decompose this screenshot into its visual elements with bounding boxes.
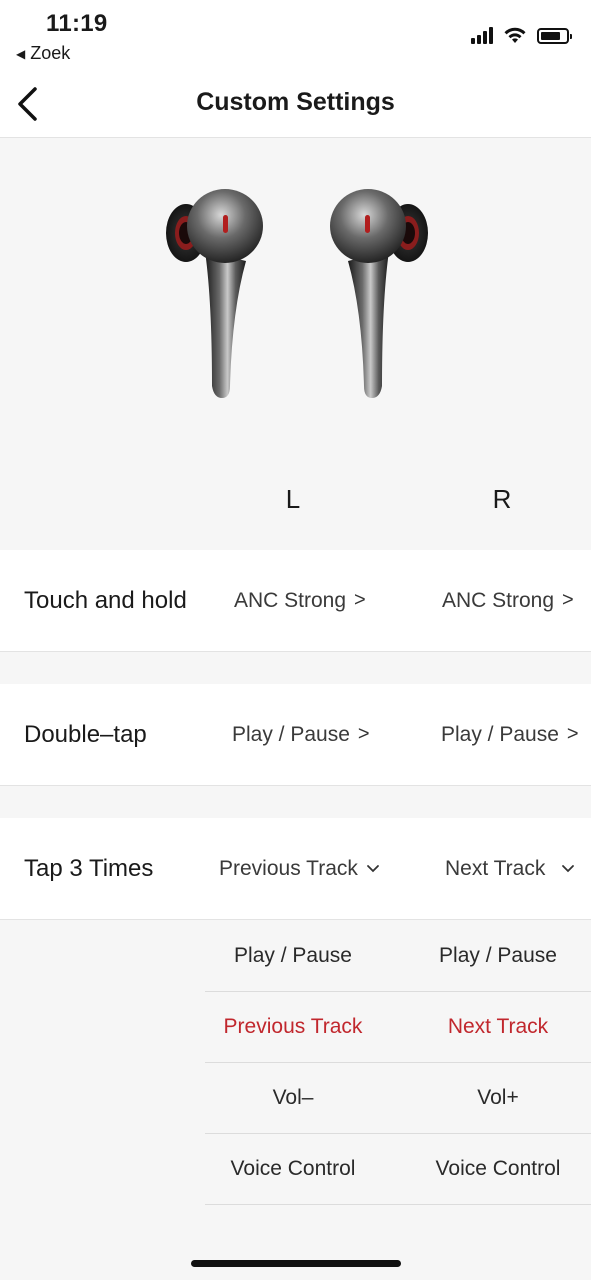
double-tap-row: Double–tap Play / Pause > Play / Pause >	[0, 684, 591, 786]
double-tap-left-select[interactable]: Play / Pause >	[232, 684, 370, 785]
chevron-right-icon: >	[566, 723, 579, 745]
back-to-app-link[interactable]: ◀ Zoek	[16, 43, 70, 64]
option-row: Vol– Vol+	[205, 1063, 591, 1134]
option-right[interactable]: Play / Pause	[405, 921, 591, 991]
option-row: Voice Control Voice Control	[205, 1134, 591, 1205]
back-app-label: Zoek	[30, 43, 71, 63]
earbuds-image	[166, 189, 428, 398]
back-triangle-icon: ◀	[16, 46, 26, 61]
tap-3-times-left-select[interactable]: Previous Track	[219, 818, 380, 919]
right-earbud	[330, 189, 428, 398]
nav-bar: Custom Settings	[0, 72, 591, 138]
chevron-down-icon	[562, 864, 575, 872]
left-earbud	[166, 189, 263, 398]
row-label: Double–tap	[24, 720, 147, 748]
page-title: Custom Settings	[196, 88, 395, 116]
wifi-icon	[504, 27, 526, 43]
option-left[interactable]: Voice Control	[205, 1134, 381, 1204]
right-column-label: R	[492, 484, 512, 514]
left-column-label: L	[285, 484, 301, 514]
row-value-text: Previous Track	[219, 856, 358, 880]
home-indicator[interactable]	[191, 1260, 401, 1267]
row-value-text: Play / Pause	[441, 722, 559, 746]
option-right[interactable]: Voice Control	[405, 1134, 591, 1204]
option-left[interactable]: Vol–	[205, 1063, 381, 1133]
chevron-right-icon: >	[354, 589, 366, 611]
status-icons	[471, 26, 572, 44]
row-value-text: ANC Strong	[442, 588, 555, 612]
touch-and-hold-right-select[interactable]: ANC Strong >	[442, 550, 574, 651]
status-time: 11:19	[46, 10, 108, 37]
option-left-selected[interactable]: Previous Track	[205, 992, 381, 1062]
signal-icon	[471, 27, 493, 44]
option-right[interactable]: Vol+	[405, 1063, 591, 1133]
row-value-text: Play / Pause	[232, 722, 350, 746]
row-value-text: ANC Strong	[234, 588, 347, 612]
chevron-down-icon	[366, 864, 379, 872]
earbuds-hero: L R	[0, 139, 591, 549]
tap-3-times-options-list: Play / Pause Play / Pause Previous Track…	[0, 921, 591, 1241]
option-row: Previous Track Next Track	[205, 992, 591, 1063]
tap-3-times-right-select[interactable]: Next Track	[445, 818, 575, 919]
double-tap-right-select[interactable]: Play / Pause >	[441, 684, 579, 785]
touch-and-hold-left-select[interactable]: ANC Strong >	[234, 550, 366, 651]
row-value-text: Next Track	[445, 856, 546, 880]
row-label: Touch and hold	[24, 586, 187, 614]
option-row: Play / Pause Play / Pause	[205, 921, 591, 992]
chevron-right-icon: >	[562, 589, 574, 611]
chevron-right-icon: >	[357, 723, 370, 745]
status-bar: 11:19 ◀ Zoek	[0, 0, 591, 72]
option-right-selected[interactable]: Next Track	[405, 992, 591, 1062]
row-label: Tap 3 Times	[24, 854, 154, 882]
touch-and-hold-row: Touch and hold ANC Strong > ANC Strong >	[0, 550, 591, 652]
option-left[interactable]: Play / Pause	[205, 921, 381, 991]
tap-3-times-row: Tap 3 Times Previous Track Next Track	[0, 818, 591, 920]
battery-icon	[537, 28, 572, 44]
